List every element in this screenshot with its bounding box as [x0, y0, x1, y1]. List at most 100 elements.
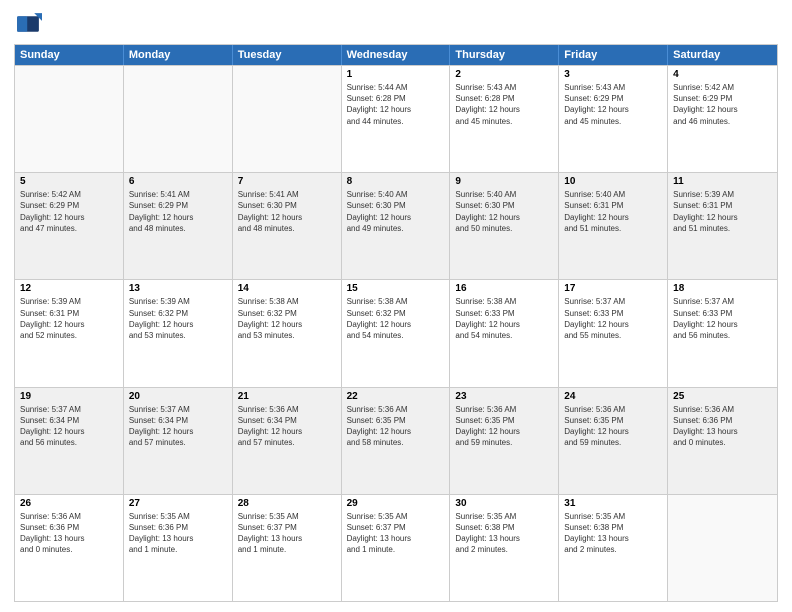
day-number: 1: [347, 69, 445, 80]
day-info: Sunrise: 5:36 AMSunset: 6:34 PMDaylight:…: [238, 404, 336, 449]
day-info: Sunrise: 5:39 AMSunset: 6:31 PMDaylight:…: [20, 296, 118, 341]
calendar: SundayMondayTuesdayWednesdayThursdayFrid…: [14, 44, 778, 602]
day-info: Sunrise: 5:39 AMSunset: 6:32 PMDaylight:…: [129, 296, 227, 341]
cal-cell: [233, 66, 342, 172]
cal-cell: 6 Sunrise: 5:41 AMSunset: 6:29 PMDaylight…: [124, 173, 233, 279]
day-number: 24: [564, 391, 662, 402]
day-info: Sunrise: 5:35 AMSunset: 6:37 PMDaylight:…: [347, 511, 445, 556]
cal-header-cell: Friday: [559, 45, 668, 65]
day-number: 10: [564, 176, 662, 187]
cal-cell: 22 Sunrise: 5:36 AMSunset: 6:35 PMDayligh…: [342, 388, 451, 494]
day-number: 30: [455, 498, 553, 509]
cal-cell: 11 Sunrise: 5:39 AMSunset: 6:31 PMDayligh…: [668, 173, 777, 279]
day-info: Sunrise: 5:41 AMSunset: 6:29 PMDaylight:…: [129, 189, 227, 234]
day-info: Sunrise: 5:38 AMSunset: 6:32 PMDaylight:…: [238, 296, 336, 341]
day-info: Sunrise: 5:37 AMSunset: 6:33 PMDaylight:…: [564, 296, 662, 341]
day-info: Sunrise: 5:35 AMSunset: 6:37 PMDaylight:…: [238, 511, 336, 556]
cal-cell: 15 Sunrise: 5:38 AMSunset: 6:32 PMDayligh…: [342, 280, 451, 386]
cal-cell: 30 Sunrise: 5:35 AMSunset: 6:38 PMDayligh…: [450, 495, 559, 601]
cal-cell: 29Sunrise: 5:35 AMSunset: 6:37 PMDayligh…: [342, 495, 451, 601]
day-number: 25: [673, 391, 772, 402]
cal-header-cell: Thursday: [450, 45, 559, 65]
day-info: Sunrise: 5:40 AMSunset: 6:31 PMDaylight:…: [564, 189, 662, 234]
page: SundayMondayTuesdayWednesdayThursdayFrid…: [0, 0, 792, 612]
day-number: 14: [238, 283, 336, 294]
cal-cell: 21 Sunrise: 5:36 AMSunset: 6:34 PMDayligh…: [233, 388, 342, 494]
day-number: 8: [347, 176, 445, 187]
cal-header-cell: Sunday: [15, 45, 124, 65]
cal-cell: 10 Sunrise: 5:40 AMSunset: 6:31 PMDayligh…: [559, 173, 668, 279]
calendar-header-row: SundayMondayTuesdayWednesdayThursdayFrid…: [15, 45, 777, 65]
day-info: Sunrise: 5:39 AMSunset: 6:31 PMDaylight:…: [673, 189, 772, 234]
day-number: 4: [673, 69, 772, 80]
cal-header-cell: Monday: [124, 45, 233, 65]
day-info: Sunrise: 5:35 AMSunset: 6:36 PMDaylight:…: [129, 511, 227, 556]
cal-cell: 16 Sunrise: 5:38 AMSunset: 6:33 PMDayligh…: [450, 280, 559, 386]
day-number: 2: [455, 69, 553, 80]
logo: [14, 10, 46, 38]
logo-icon: [14, 10, 42, 38]
day-info: Sunrise: 5:40 AMSunset: 6:30 PMDaylight:…: [347, 189, 445, 234]
cal-cell: 1 Sunrise: 5:44 AMSunset: 6:28 PMDaylight…: [342, 66, 451, 172]
day-info: Sunrise: 5:37 AMSunset: 6:33 PMDaylight:…: [673, 296, 772, 341]
cal-cell: 7 Sunrise: 5:41 AMSunset: 6:30 PMDaylight…: [233, 173, 342, 279]
cal-cell: 13 Sunrise: 5:39 AMSunset: 6:32 PMDayligh…: [124, 280, 233, 386]
day-info: Sunrise: 5:36 AMSunset: 6:35 PMDaylight:…: [455, 404, 553, 449]
day-number: 27: [129, 498, 227, 509]
cal-cell: 4 Sunrise: 5:42 AMSunset: 6:29 PMDaylight…: [668, 66, 777, 172]
day-number: 22: [347, 391, 445, 402]
day-number: 16: [455, 283, 553, 294]
cal-cell: 20 Sunrise: 5:37 AMSunset: 6:34 PMDayligh…: [124, 388, 233, 494]
day-number: 23: [455, 391, 553, 402]
day-number: 15: [347, 283, 445, 294]
cal-cell: 9 Sunrise: 5:40 AMSunset: 6:30 PMDaylight…: [450, 173, 559, 279]
day-info: Sunrise: 5:36 AMSunset: 6:35 PMDaylight:…: [564, 404, 662, 449]
cal-header-cell: Saturday: [668, 45, 777, 65]
cal-cell: 2 Sunrise: 5:43 AMSunset: 6:28 PMDaylight…: [450, 66, 559, 172]
day-info: Sunrise: 5:35 AMSunset: 6:38 PMDaylight:…: [564, 511, 662, 556]
day-number: 28: [238, 498, 336, 509]
day-number: 31: [564, 498, 662, 509]
day-number: 9: [455, 176, 553, 187]
day-info: Sunrise: 5:36 AMSunset: 6:35 PMDaylight:…: [347, 404, 445, 449]
cal-cell: 27 Sunrise: 5:35 AMSunset: 6:36 PMDayligh…: [124, 495, 233, 601]
day-info: Sunrise: 5:41 AMSunset: 6:30 PMDaylight:…: [238, 189, 336, 234]
day-number: 20: [129, 391, 227, 402]
day-info: Sunrise: 5:35 AMSunset: 6:38 PMDaylight:…: [455, 511, 553, 556]
day-number: 11: [673, 176, 772, 187]
cal-cell: 25Sunrise: 5:36 AMSunset: 6:36 PMDayligh…: [668, 388, 777, 494]
day-number: 18: [673, 283, 772, 294]
day-number: 13: [129, 283, 227, 294]
day-info: Sunrise: 5:36 AMSunset: 6:36 PMDaylight:…: [20, 511, 118, 556]
day-number: 12: [20, 283, 118, 294]
cal-cell: [124, 66, 233, 172]
day-number: 21: [238, 391, 336, 402]
day-info: Sunrise: 5:37 AMSunset: 6:34 PMDaylight:…: [129, 404, 227, 449]
day-info: Sunrise: 5:42 AMSunset: 6:29 PMDaylight:…: [20, 189, 118, 234]
day-number: 3: [564, 69, 662, 80]
day-info: Sunrise: 5:40 AMSunset: 6:30 PMDaylight:…: [455, 189, 553, 234]
cal-row: 12 Sunrise: 5:39 AMSunset: 6:31 PMDayligh…: [15, 279, 777, 386]
cal-row: 1 Sunrise: 5:44 AMSunset: 6:28 PMDaylight…: [15, 65, 777, 172]
cal-cell: 18 Sunrise: 5:37 AMSunset: 6:33 PMDayligh…: [668, 280, 777, 386]
day-info: Sunrise: 5:43 AMSunset: 6:28 PMDaylight:…: [455, 82, 553, 127]
cal-cell: 26Sunrise: 5:36 AMSunset: 6:36 PMDayligh…: [15, 495, 124, 601]
day-number: 6: [129, 176, 227, 187]
day-info: Sunrise: 5:43 AMSunset: 6:29 PMDaylight:…: [564, 82, 662, 127]
cal-cell: [15, 66, 124, 172]
day-number: 7: [238, 176, 336, 187]
cal-header-cell: Tuesday: [233, 45, 342, 65]
cal-cell: 12 Sunrise: 5:39 AMSunset: 6:31 PMDayligh…: [15, 280, 124, 386]
day-info: Sunrise: 5:42 AMSunset: 6:29 PMDaylight:…: [673, 82, 772, 127]
day-number: 19: [20, 391, 118, 402]
day-info: Sunrise: 5:38 AMSunset: 6:32 PMDaylight:…: [347, 296, 445, 341]
day-info: Sunrise: 5:38 AMSunset: 6:33 PMDaylight:…: [455, 296, 553, 341]
header: [14, 10, 778, 38]
cal-header-cell: Wednesday: [342, 45, 451, 65]
cal-row: 19 Sunrise: 5:37 AMSunset: 6:34 PMDayligh…: [15, 387, 777, 494]
cal-cell: 5Sunrise: 5:42 AMSunset: 6:29 PMDaylight…: [15, 173, 124, 279]
cal-cell: [668, 495, 777, 601]
cal-cell: 3 Sunrise: 5:43 AMSunset: 6:29 PMDaylight…: [559, 66, 668, 172]
day-info: Sunrise: 5:44 AMSunset: 6:28 PMDaylight:…: [347, 82, 445, 127]
day-info: Sunrise: 5:37 AMSunset: 6:34 PMDaylight:…: [20, 404, 118, 449]
